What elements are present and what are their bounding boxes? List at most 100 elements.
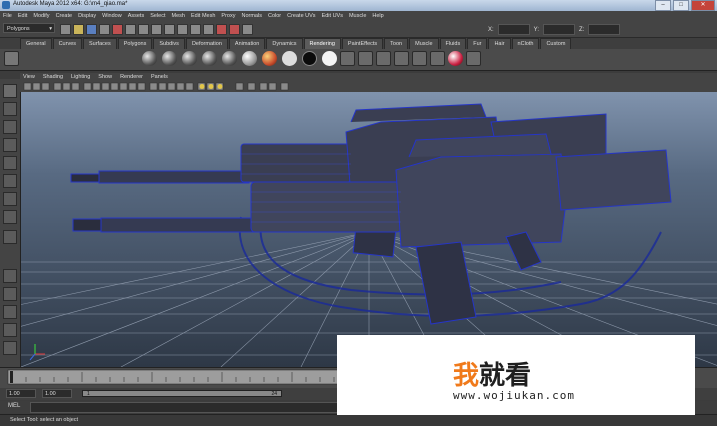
new-scene-icon[interactable] [60, 24, 71, 35]
layered-shader-icon[interactable] [322, 51, 337, 66]
lambert-material-icon[interactable] [182, 51, 197, 66]
select-by-hierarchy-icon[interactable] [112, 24, 123, 35]
menu-set-dropdown[interactable]: Polygons ▾ [3, 23, 55, 33]
tab-ncloth[interactable]: nCloth [511, 38, 540, 49]
persp-outliner-layout-icon[interactable] [3, 305, 17, 319]
ipr-render-icon[interactable] [229, 24, 240, 35]
phong-material-icon[interactable] [202, 51, 217, 66]
history-icon[interactable] [203, 24, 214, 35]
menu-normals[interactable]: Normals [238, 13, 264, 19]
tab-muscle[interactable]: Muscle [409, 38, 439, 49]
render-view-icon[interactable] [448, 51, 463, 66]
lasso-tool-icon[interactable] [3, 102, 17, 116]
close-button[interactable]: ✕ [691, 0, 715, 11]
ambient-light-icon[interactable] [412, 51, 427, 66]
manipulator-tool-icon[interactable] [3, 192, 17, 206]
menu-select[interactable]: Select [147, 13, 168, 19]
playback-range-bar[interactable]: 1 24 [82, 390, 282, 397]
last-tool-icon[interactable] [3, 230, 17, 244]
menu-display[interactable]: Display [75, 13, 99, 19]
persp-graph-layout-icon[interactable] [3, 323, 17, 337]
tab-polygons[interactable]: Polygons [117, 38, 153, 49]
blinn-material-icon[interactable] [162, 51, 177, 66]
hypershade-layout-icon[interactable] [3, 341, 17, 355]
point-light-icon[interactable] [340, 51, 355, 66]
panel-menu-lighting[interactable]: Lighting [68, 74, 93, 80]
snap-grid-icon[interactable] [151, 24, 162, 35]
x-field[interactable] [497, 24, 530, 35]
panel-menu-show[interactable]: Show [95, 74, 115, 80]
menu-create-uvs[interactable]: Create UVs [284, 13, 318, 19]
selection-mask-icon[interactable] [99, 24, 110, 35]
menu-help[interactable]: Help [369, 13, 386, 19]
command-input[interactable] [30, 402, 372, 413]
material-sphere-icon[interactable] [142, 51, 157, 66]
surface-shader-icon[interactable] [282, 51, 297, 66]
menu-color[interactable]: Color [265, 13, 284, 19]
tab-animation[interactable]: Animation [228, 38, 266, 49]
menu-mesh[interactable]: Mesh [169, 13, 188, 19]
tab-painteffects[interactable]: PaintEffects [341, 38, 384, 49]
panel-menu-panels[interactable]: Panels [148, 74, 171, 80]
tab-fur[interactable]: Fur [467, 38, 488, 49]
ramp-shader-icon[interactable] [262, 51, 277, 66]
phonge-material-icon[interactable] [222, 51, 237, 66]
snap-curve-icon[interactable] [164, 24, 175, 35]
hypershade-icon[interactable] [466, 51, 481, 66]
menu-modify[interactable]: Modify [30, 13, 52, 19]
y-field[interactable] [543, 24, 576, 35]
volume-light-icon[interactable] [430, 51, 445, 66]
tab-toon[interactable]: Toon [384, 38, 409, 49]
panel-menu-view[interactable]: View [20, 74, 38, 80]
menu-edit-uvs[interactable]: Edit UVs [319, 13, 346, 19]
menu-file[interactable]: File [0, 13, 15, 19]
menu-proxy[interactable]: Proxy [218, 13, 238, 19]
perspective-viewport[interactable] [21, 92, 717, 367]
menu-muscle[interactable]: Muscle [346, 13, 369, 19]
z-field[interactable] [588, 24, 621, 35]
select-by-object-icon[interactable] [125, 24, 136, 35]
scale-tool-icon[interactable] [3, 174, 17, 188]
directional-light-icon[interactable] [376, 51, 391, 66]
snap-plane-icon[interactable] [190, 24, 201, 35]
soft-mod-tool-icon[interactable] [3, 210, 17, 224]
menu-edit-mesh[interactable]: Edit Mesh [188, 13, 218, 19]
maximize-button[interactable]: □ [673, 0, 689, 11]
menu-edit[interactable]: Edit [15, 13, 30, 19]
panel-menu-renderer[interactable]: Renderer [117, 74, 146, 80]
tab-custom[interactable]: Custom [540, 38, 572, 49]
tab-curves[interactable]: Curves [52, 38, 82, 49]
tab-dynamics[interactable]: Dynamics [266, 38, 303, 49]
tab-deformation[interactable]: Deformation [185, 38, 228, 49]
single-perspective-layout-icon[interactable] [3, 269, 17, 283]
panel-menu-shading[interactable]: Shading [40, 74, 66, 80]
paint-select-tool-icon[interactable] [3, 120, 17, 134]
menu-window[interactable]: Window [99, 13, 125, 19]
rotate-tool-icon[interactable] [3, 156, 17, 170]
save-scene-icon[interactable] [86, 24, 97, 35]
tab-hair[interactable]: Hair [488, 38, 511, 49]
tab-rendering[interactable]: Rendering [303, 38, 341, 49]
playback-start-field[interactable]: 1.00 [42, 389, 72, 398]
move-tool-icon[interactable] [3, 138, 17, 152]
snap-point-icon[interactable] [177, 24, 188, 35]
select-by-component-icon[interactable] [138, 24, 149, 35]
minimize-button[interactable]: – [655, 0, 671, 11]
tab-surfaces[interactable]: Surfaces [83, 38, 117, 49]
tab-fluids[interactable]: Fluids [439, 38, 467, 49]
render-settings-icon[interactable] [242, 24, 253, 35]
tab-subdivs[interactable]: Subdivs [153, 38, 185, 49]
render-frame-icon[interactable] [216, 24, 227, 35]
open-scene-icon[interactable] [73, 24, 84, 35]
mel-label[interactable]: MEL [8, 403, 20, 409]
menu-create[interactable]: Create [53, 13, 76, 19]
tab-general[interactable]: General [20, 38, 52, 49]
anisotropic-material-icon[interactable] [242, 51, 257, 66]
select-tool-icon[interactable] [3, 84, 17, 98]
start-time-field[interactable]: 1.00 [6, 389, 36, 398]
area-light-icon[interactable] [394, 51, 409, 66]
spot-light-icon[interactable] [358, 51, 373, 66]
four-view-layout-icon[interactable] [3, 287, 17, 301]
menu-assets[interactable]: Assets [125, 13, 148, 19]
use-background-icon[interactable] [302, 51, 317, 66]
